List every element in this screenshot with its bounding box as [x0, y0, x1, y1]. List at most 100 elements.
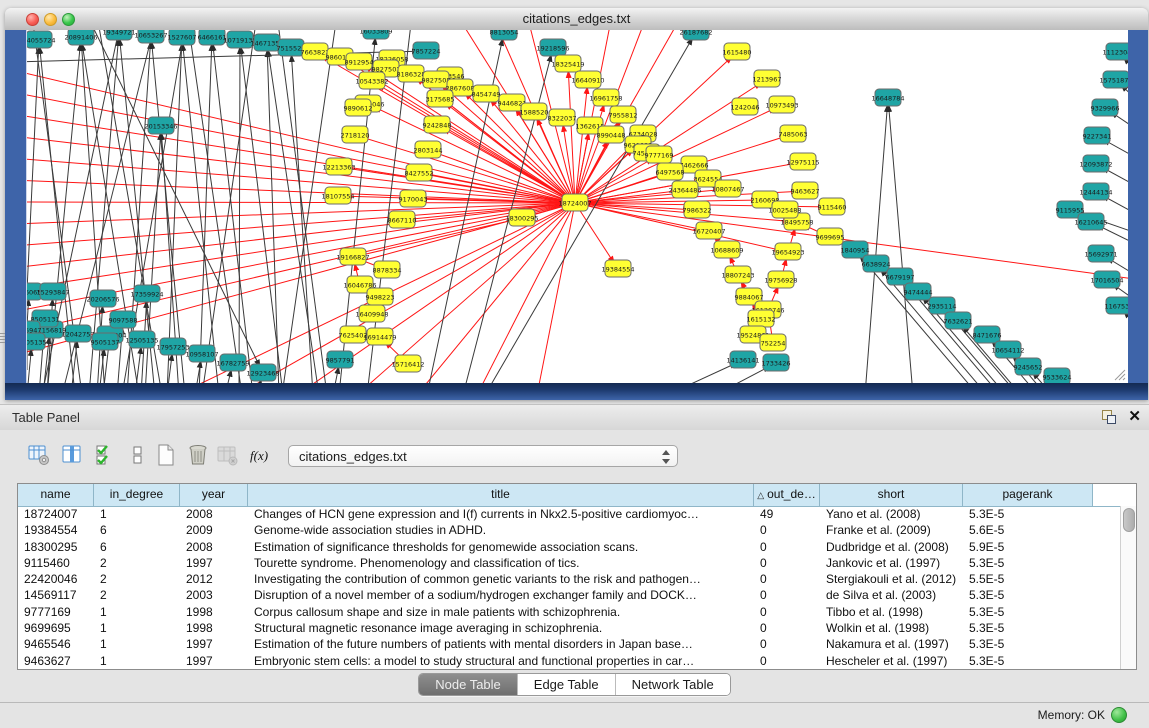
- table-row[interactable]: 1456911722003Disruption of a novel membe…: [18, 587, 1121, 603]
- table-row[interactable]: 1938455462009Genome-wide association stu…: [18, 522, 1121, 538]
- panel-divider-handle[interactable]: [0, 333, 5, 345]
- table-cell[interactable]: 1: [94, 604, 180, 620]
- table-row[interactable]: 1830029562008Estimation of significance …: [18, 539, 1121, 555]
- table-selector-dropdown[interactable]: citations_edges.txt: [288, 445, 678, 467]
- table-cell[interactable]: Nakamura et al. (1997): [820, 636, 963, 652]
- graph-node[interactable]: 16961758: [589, 89, 622, 106]
- graph-node[interactable]: 17957253: [156, 338, 189, 355]
- table-cell[interactable]: 6: [94, 522, 180, 538]
- graph-node[interactable]: 16640910: [571, 71, 604, 88]
- graph-node[interactable]: 1615132: [747, 310, 776, 327]
- table-cell[interactable]: 5.3E-5: [963, 653, 1093, 669]
- graph-node[interactable]: 9857791: [326, 351, 355, 368]
- graph-node[interactable]: 2935114: [928, 297, 957, 314]
- row-selection-icon[interactable]: [92, 442, 116, 468]
- graph-node[interactable]: 14055724: [27, 31, 56, 48]
- merge-rows-icon[interactable]: [126, 442, 150, 468]
- table-cell[interactable]: Yano et al. (2008): [820, 506, 963, 522]
- graph-node[interactable]: 10973493: [765, 96, 798, 113]
- table-cell[interactable]: 49: [754, 506, 820, 522]
- graph-node[interactable]: 1615480: [723, 43, 752, 60]
- table-cell[interactable]: 1997: [180, 653, 248, 669]
- tab-node-table[interactable]: Node Table: [419, 674, 518, 695]
- column-header-short[interactable]: short: [820, 484, 963, 506]
- graph-node[interactable]: 6638924: [862, 255, 891, 272]
- graph-node[interactable]: 5905135: [27, 333, 46, 350]
- table-cell[interactable]: 0: [754, 604, 820, 620]
- graph-node[interactable]: 1213967: [753, 70, 782, 87]
- graph-node[interactable]: 10543382: [355, 72, 388, 89]
- graph-node[interactable]: 6497568: [656, 163, 685, 180]
- graph-node[interactable]: 10688609: [710, 241, 743, 258]
- table-cell[interactable]: 0: [754, 522, 820, 538]
- table-cell[interactable]: 18300295: [18, 539, 94, 555]
- table-cell[interactable]: Wolkin et al. (1998): [820, 620, 963, 636]
- graph-edge[interactable]: [417, 203, 575, 383]
- table-row[interactable]: 969969511998Structural magnetic resonanc…: [18, 620, 1121, 636]
- graph-edge[interactable]: [27, 203, 575, 334]
- table-cell[interactable]: 1: [94, 636, 180, 652]
- table-cell[interactable]: Dudbridge et al. (2008): [820, 539, 963, 555]
- table-cell[interactable]: 0: [754, 555, 820, 571]
- graph-node[interactable]: 14136141: [726, 351, 759, 368]
- graph-node[interactable]: 12505135: [125, 331, 158, 348]
- graph-node[interactable]: 10807467: [711, 180, 744, 197]
- graph-node[interactable]: 15751874: [1099, 71, 1128, 88]
- graph-node[interactable]: 18724007: [558, 194, 591, 211]
- graph-node[interactable]: 10654112: [991, 341, 1024, 358]
- graph-node[interactable]: 9699695: [816, 228, 845, 245]
- graph-node[interactable]: 19166827: [336, 248, 369, 265]
- graph-node[interactable]: 19218596: [536, 39, 569, 56]
- graph-node[interactable]: 12213363: [322, 158, 355, 175]
- table-cell[interactable]: 2009: [180, 522, 248, 538]
- graph-node[interactable]: 12444134: [1079, 183, 1112, 200]
- table-settings-icon[interactable]: [27, 442, 51, 468]
- graph-node[interactable]: 8912954: [345, 53, 374, 70]
- table-cell[interactable]: Jankovic et al. (1997): [820, 555, 963, 571]
- graph-node[interactable]: 6679197: [886, 268, 915, 285]
- graph-edge[interactable]: [537, 203, 575, 383]
- table-cell[interactable]: 2: [94, 571, 180, 587]
- resize-grip-icon[interactable]: [1112, 367, 1126, 381]
- graph-node[interactable]: 7857224: [412, 42, 441, 59]
- graph-node[interactable]: 8471676: [973, 326, 1002, 343]
- table-row[interactable]: 946554611997Estimation of the future num…: [18, 636, 1121, 652]
- table-cell[interactable]: Estimation of the future numbers of pati…: [248, 636, 754, 652]
- graph-edge[interactable]: [119, 32, 155, 383]
- network-canvas[interactable]: 1405572420891406193497211065326715276076…: [26, 30, 1128, 383]
- table-cell[interactable]: 1997: [180, 555, 248, 571]
- tab-network-table[interactable]: Network Table: [616, 674, 730, 695]
- graph-node[interactable]: 24364486: [668, 181, 701, 198]
- table-cell[interactable]: 9465546: [18, 636, 94, 652]
- table-cell[interactable]: 0: [754, 539, 820, 555]
- graph-node[interactable]: 8454749: [472, 85, 501, 102]
- table-row[interactable]: 977716911998Corpus callosum shape and si…: [18, 604, 1121, 620]
- table-cell[interactable]: de Silva et al. (2003): [820, 587, 963, 603]
- table-cell[interactable]: 9463627: [18, 653, 94, 669]
- graph-edge[interactable]: [477, 203, 575, 383]
- graph-node[interactable]: 9115460: [818, 198, 847, 215]
- table-cell[interactable]: 5.9E-5: [963, 539, 1093, 555]
- graph-node[interactable]: 9097588: [109, 311, 138, 328]
- table-cell[interactable]: Estimation of significance thresholds fo…: [248, 539, 754, 555]
- graph-node[interactable]: 9245652: [1014, 358, 1043, 375]
- table-cell[interactable]: 5.3E-5: [963, 587, 1093, 603]
- table-row[interactable]: 911546021997Tourette syndrome. Phenomeno…: [18, 555, 1121, 571]
- graph-node[interactable]: 9474444: [904, 283, 933, 300]
- table-cell[interactable]: 18724007: [18, 506, 94, 522]
- graph-node[interactable]: 9777169: [645, 146, 674, 163]
- function-builder-icon[interactable]: f(x): [248, 442, 272, 468]
- table-cell[interactable]: 22420046: [18, 571, 94, 587]
- table-cell[interactable]: 5.3E-5: [963, 620, 1093, 636]
- graph-edge[interactable]: [888, 98, 913, 383]
- graph-edge[interactable]: [187, 30, 242, 383]
- graph-node[interactable]: 9505137: [91, 333, 120, 350]
- column-header-out_de[interactable]: △out_de…: [754, 484, 820, 506]
- graph-edge[interactable]: [575, 203, 618, 269]
- graph-edge[interactable]: [865, 98, 888, 383]
- graph-node[interactable]: 26187682: [679, 30, 712, 40]
- graph-node[interactable]: 20891406: [64, 30, 97, 45]
- graph-node[interactable]: 8427552: [405, 164, 434, 181]
- table-cell[interactable]: 1998: [180, 620, 248, 636]
- graph-node[interactable]: 7485063: [779, 125, 808, 142]
